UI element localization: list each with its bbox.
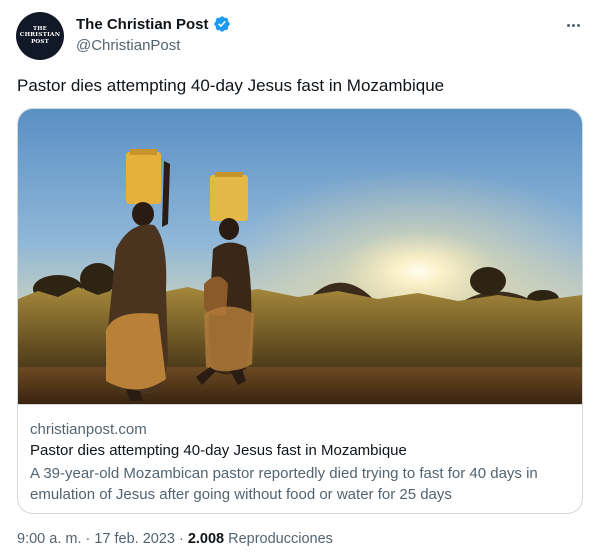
tweet-date[interactable]: 17 feb. 2023 — [94, 531, 175, 547]
views-count: 2.008 — [187, 531, 225, 547]
card-description: A 39-year-old Mozambican pastor reported… — [30, 465, 538, 503]
more-options-button[interactable] — [560, 14, 586, 36]
tweet-text: Pastor dies attempting 40-day Jesus fast… — [17, 76, 445, 95]
card-body[interactable]: christianpost.com Pastor dies attempting… — [18, 404, 582, 513]
more-horizontal-icon-dot — [571, 23, 575, 27]
more-horizontal-icon — [566, 23, 570, 27]
avatar-text-line-3: POST — [31, 38, 49, 45]
card-domain: christianpost.com — [30, 421, 147, 438]
card-image[interactable] — [18, 109, 582, 404]
verified-badge-icon — [213, 15, 231, 33]
meta-separator: · — [85, 531, 91, 547]
avatar[interactable]: THE CHRISTIAN POST — [16, 12, 64, 60]
tweet-time[interactable]: 9:00 a. m. — [17, 531, 81, 547]
link-card[interactable]: christianpost.com Pastor dies attempting… — [17, 108, 583, 514]
views-label: Reproducciones — [228, 531, 333, 547]
author-name-row: The Christian Post — [76, 15, 231, 33]
tweet: THE CHRISTIAN POST The Christian Post @C… — [0, 0, 598, 557]
author-display-name[interactable]: The Christian Post — [76, 16, 209, 33]
more-horizontal-icon-dot — [576, 23, 580, 27]
author-handle[interactable]: @ChristianPost — [76, 37, 180, 54]
card-title: Pastor dies attempting 40-day Jesus fast… — [30, 442, 407, 459]
tweet-meta: 9:00 a. m. · 17 feb. 2023 · 2.008 Reprod… — [17, 531, 333, 547]
meta-separator-2: · — [178, 531, 184, 547]
